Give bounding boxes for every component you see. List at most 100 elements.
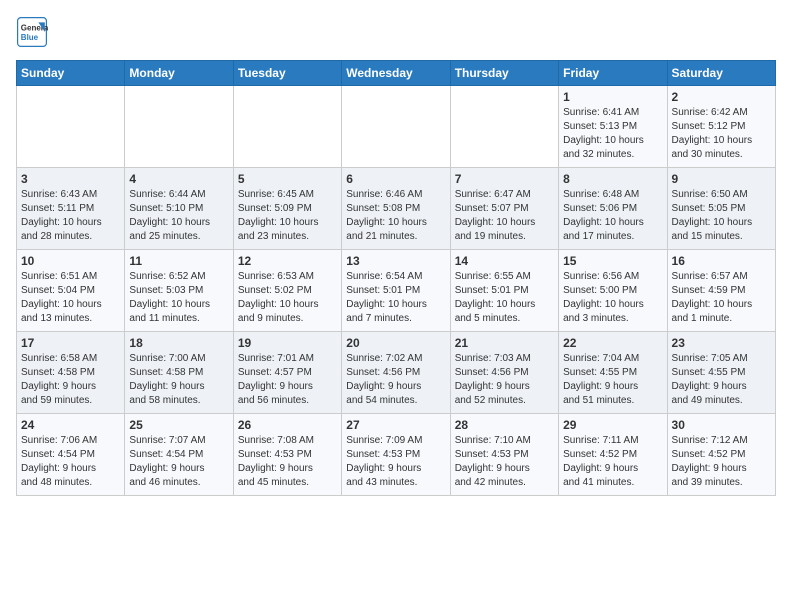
- day-info: Sunrise: 6:50 AM Sunset: 5:05 PM Dayligh…: [672, 188, 771, 244]
- weekday-header: Monday: [125, 61, 233, 86]
- day-info: Sunrise: 7:01 AM Sunset: 4:57 PM Dayligh…: [238, 352, 337, 408]
- logo: General Blue: [16, 16, 48, 48]
- day-info: Sunrise: 7:02 AM Sunset: 4:56 PM Dayligh…: [346, 352, 445, 408]
- calendar-cell: 9Sunrise: 6:50 AM Sunset: 5:05 PM Daylig…: [667, 168, 775, 250]
- calendar-cell: 29 Sunrise: 7:11 AM Sunset: 4:52 PM Dayli…: [559, 414, 667, 496]
- day-number: 29: [563, 418, 662, 432]
- day-info: Sunrise: 6:47 AM Sunset: 5:07 PM Dayligh…: [455, 188, 554, 244]
- calendar-table: SundayMondayTuesdayWednesdayThursdayFrid…: [16, 60, 776, 496]
- header: General Blue: [16, 16, 776, 48]
- day-number: 8: [563, 172, 662, 186]
- day-info: Sunrise: 7:06 AM Sunset: 4:54 PM Dayligh…: [21, 434, 120, 490]
- day-info: Sunrise: 6:57 AM Sunset: 4:59 PM Dayligh…: [672, 270, 771, 326]
- calendar-week-row: 3 Sunrise: 6:43 AM Sunset: 5:11 PM Daylig…: [17, 168, 776, 250]
- calendar-cell: 18 Sunrise: 7:00 AM Sunset: 4:58 PM Dayli…: [125, 332, 233, 414]
- calendar-week-row: 17Sunrise: 6:58 AM Sunset: 4:58 PM Dayli…: [17, 332, 776, 414]
- calendar-cell: 26Sunrise: 7:08 AM Sunset: 4:53 PM Dayli…: [233, 414, 341, 496]
- calendar-cell: 21Sunrise: 7:03 AM Sunset: 4:56 PM Dayli…: [450, 332, 558, 414]
- calendar-week-row: 10 Sunrise: 6:51 AM Sunset: 5:04 PM Dayli…: [17, 250, 776, 332]
- calendar-cell: 25Sunrise: 7:07 AM Sunset: 4:54 PM Dayli…: [125, 414, 233, 496]
- calendar-cell: 5 Sunrise: 6:45 AM Sunset: 5:09 PM Daylig…: [233, 168, 341, 250]
- calendar-cell: 14 Sunrise: 6:55 AM Sunset: 5:01 PM Dayli…: [450, 250, 558, 332]
- day-info: Sunrise: 6:41 AM Sunset: 5:13 PM Dayligh…: [563, 106, 662, 162]
- calendar-cell: 20 Sunrise: 7:02 AM Sunset: 4:56 PM Dayli…: [342, 332, 450, 414]
- day-number: 28: [455, 418, 554, 432]
- day-number: 10: [21, 254, 120, 268]
- day-number: 19: [238, 336, 337, 350]
- day-number: 30: [672, 418, 771, 432]
- calendar-cell: 24 Sunrise: 7:06 AM Sunset: 4:54 PM Dayli…: [17, 414, 125, 496]
- page-container: General Blue SundayMondayTuesdayWednesda…: [0, 0, 792, 506]
- calendar-cell: 12 Sunrise: 6:53 AM Sunset: 5:02 PM Dayli…: [233, 250, 341, 332]
- calendar-cell: 1 Sunrise: 6:41 AM Sunset: 5:13 PM Daylig…: [559, 86, 667, 168]
- day-info: Sunrise: 6:55 AM Sunset: 5:01 PM Dayligh…: [455, 270, 554, 326]
- day-info: Sunrise: 6:58 AM Sunset: 4:58 PM Dayligh…: [21, 352, 120, 408]
- day-number: 22: [563, 336, 662, 350]
- logo-icon: General Blue: [16, 16, 48, 48]
- day-info: Sunrise: 7:07 AM Sunset: 4:54 PM Dayligh…: [129, 434, 228, 490]
- day-number: 14: [455, 254, 554, 268]
- weekday-header: Saturday: [667, 61, 775, 86]
- weekday-header: Friday: [559, 61, 667, 86]
- day-number: 16: [672, 254, 771, 268]
- calendar-cell: 28 Sunrise: 7:10 AM Sunset: 4:53 PM Dayli…: [450, 414, 558, 496]
- calendar-cell: 10 Sunrise: 6:51 AM Sunset: 5:04 PM Dayli…: [17, 250, 125, 332]
- day-number: 7: [455, 172, 554, 186]
- calendar-cell: 30Sunrise: 7:12 AM Sunset: 4:52 PM Dayli…: [667, 414, 775, 496]
- calendar-cell: [233, 86, 341, 168]
- day-number: 11: [129, 254, 228, 268]
- calendar-cell: 13 Sunrise: 6:54 AM Sunset: 5:01 PM Dayli…: [342, 250, 450, 332]
- day-number: 24: [21, 418, 120, 432]
- day-info: Sunrise: 6:44 AM Sunset: 5:10 PM Dayligh…: [129, 188, 228, 244]
- day-number: 23: [672, 336, 771, 350]
- day-info: Sunrise: 7:11 AM Sunset: 4:52 PM Dayligh…: [563, 434, 662, 490]
- calendar-cell: 6Sunrise: 6:46 AM Sunset: 5:08 PM Daylig…: [342, 168, 450, 250]
- calendar-cell: 23 Sunrise: 7:05 AM Sunset: 4:55 PM Dayli…: [667, 332, 775, 414]
- day-number: 18: [129, 336, 228, 350]
- weekday-header: Thursday: [450, 61, 558, 86]
- day-info: Sunrise: 6:48 AM Sunset: 5:06 PM Dayligh…: [563, 188, 662, 244]
- day-info: Sunrise: 6:45 AM Sunset: 5:09 PM Dayligh…: [238, 188, 337, 244]
- calendar-cell: 22 Sunrise: 7:04 AM Sunset: 4:55 PM Dayli…: [559, 332, 667, 414]
- calendar-cell: 2 Sunrise: 6:42 AM Sunset: 5:12 PM Daylig…: [667, 86, 775, 168]
- calendar-cell: 16 Sunrise: 6:57 AM Sunset: 4:59 PM Dayli…: [667, 250, 775, 332]
- day-info: Sunrise: 6:56 AM Sunset: 5:00 PM Dayligh…: [563, 270, 662, 326]
- day-info: Sunrise: 6:43 AM Sunset: 5:11 PM Dayligh…: [21, 188, 120, 244]
- day-info: Sunrise: 6:54 AM Sunset: 5:01 PM Dayligh…: [346, 270, 445, 326]
- calendar-cell: 4 Sunrise: 6:44 AM Sunset: 5:10 PM Daylig…: [125, 168, 233, 250]
- day-info: Sunrise: 7:00 AM Sunset: 4:58 PM Dayligh…: [129, 352, 228, 408]
- day-number: 13: [346, 254, 445, 268]
- calendar-cell: [17, 86, 125, 168]
- day-number: 1: [563, 90, 662, 104]
- calendar-cell: 17Sunrise: 6:58 AM Sunset: 4:58 PM Dayli…: [17, 332, 125, 414]
- day-number: 15: [563, 254, 662, 268]
- calendar-cell: 8 Sunrise: 6:48 AM Sunset: 5:06 PM Daylig…: [559, 168, 667, 250]
- calendar-cell: 19 Sunrise: 7:01 AM Sunset: 4:57 PM Dayli…: [233, 332, 341, 414]
- day-info: Sunrise: 7:05 AM Sunset: 4:55 PM Dayligh…: [672, 352, 771, 408]
- day-number: 2: [672, 90, 771, 104]
- day-info: Sunrise: 7:10 AM Sunset: 4:53 PM Dayligh…: [455, 434, 554, 490]
- day-info: Sunrise: 6:52 AM Sunset: 5:03 PM Dayligh…: [129, 270, 228, 326]
- day-info: Sunrise: 6:53 AM Sunset: 5:02 PM Dayligh…: [238, 270, 337, 326]
- calendar-header-row: SundayMondayTuesdayWednesdayThursdayFrid…: [17, 61, 776, 86]
- calendar-cell: [450, 86, 558, 168]
- calendar-cell: 15 Sunrise: 6:56 AM Sunset: 5:00 PM Dayli…: [559, 250, 667, 332]
- weekday-header: Tuesday: [233, 61, 341, 86]
- day-info: Sunrise: 7:08 AM Sunset: 4:53 PM Dayligh…: [238, 434, 337, 490]
- day-number: 5: [238, 172, 337, 186]
- day-info: Sunrise: 6:42 AM Sunset: 5:12 PM Dayligh…: [672, 106, 771, 162]
- calendar-week-row: 24 Sunrise: 7:06 AM Sunset: 4:54 PM Dayli…: [17, 414, 776, 496]
- day-number: 21: [455, 336, 554, 350]
- day-info: Sunrise: 7:04 AM Sunset: 4:55 PM Dayligh…: [563, 352, 662, 408]
- calendar-cell: [342, 86, 450, 168]
- day-number: 12: [238, 254, 337, 268]
- day-number: 3: [21, 172, 120, 186]
- calendar-cell: 27Sunrise: 7:09 AM Sunset: 4:53 PM Dayli…: [342, 414, 450, 496]
- calendar-cell: 11 Sunrise: 6:52 AM Sunset: 5:03 PM Dayli…: [125, 250, 233, 332]
- day-number: 4: [129, 172, 228, 186]
- day-info: Sunrise: 6:51 AM Sunset: 5:04 PM Dayligh…: [21, 270, 120, 326]
- day-info: Sunrise: 7:09 AM Sunset: 4:53 PM Dayligh…: [346, 434, 445, 490]
- day-number: 20: [346, 336, 445, 350]
- day-number: 6: [346, 172, 445, 186]
- weekday-header: Sunday: [17, 61, 125, 86]
